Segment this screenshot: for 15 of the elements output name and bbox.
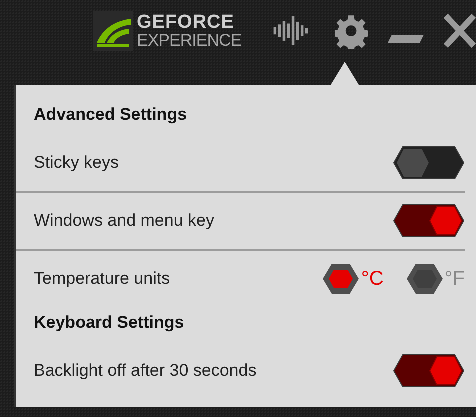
close-button[interactable]	[444, 14, 476, 48]
nvidia-eye-logo-icon	[93, 11, 133, 51]
section-heading: Advanced Settings	[33, 104, 188, 126]
section-heading: Keyboard Settings	[33, 312, 186, 334]
setting-label: Temperature units	[34, 269, 170, 289]
setting-label: Backlight off after 30 seconds	[34, 361, 257, 381]
logo-wordmark: GEFORCE	[137, 13, 236, 32]
settings-icon[interactable]	[335, 13, 368, 49]
toggle-switch[interactable]	[393, 204, 465, 238]
logo-wordmark-subtitle: EXPERIENCE	[137, 32, 242, 49]
minimize-button[interactable]	[388, 35, 424, 43]
toggle-switch[interactable]	[393, 146, 465, 180]
setting-label: Sticky keys	[34, 153, 120, 173]
toggle-switch[interactable]	[393, 354, 465, 388]
setting-label: Windows and menu key	[34, 211, 214, 231]
